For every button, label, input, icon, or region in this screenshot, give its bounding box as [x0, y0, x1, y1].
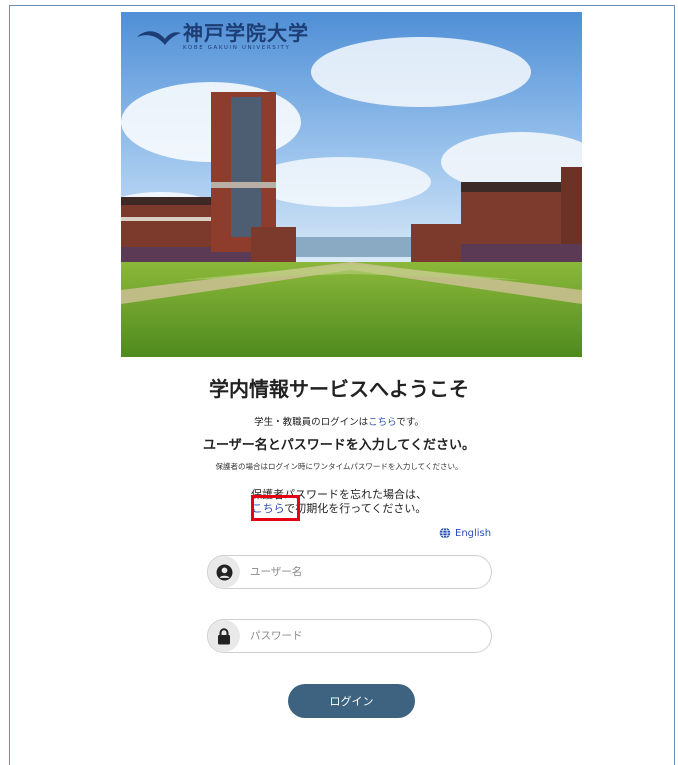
username-field[interactable] — [207, 555, 492, 589]
university-name-en: KOBE GAKUIN UNIVERSITY — [183, 45, 291, 51]
bird-logo-icon — [137, 30, 181, 45]
language-switch[interactable]: English — [439, 527, 491, 539]
guardian-note: 保護者の場合はログイン時にワンタイムパスワードを入力してください。 — [215, 462, 463, 471]
login-button[interactable]: ログイン — [288, 684, 415, 718]
university-logo: 神戸学院大学 KOBE GAKUIN UNIVERSITY — [135, 22, 309, 51]
staff-login-prefix: 学生・教職員のログインは — [254, 417, 369, 428]
username-input[interactable] — [248, 565, 472, 579]
page-title: 学内情報サービスへようこそ — [209, 377, 469, 401]
forgot-password-reset-line: こちらで初期化を行ってください。 — [0, 500, 678, 516]
password-reset-suffix: で初期化を行ってください。 — [284, 502, 427, 515]
highlight-box — [251, 495, 300, 521]
language-label: English — [455, 527, 492, 539]
password-input[interactable] — [248, 629, 472, 643]
staff-login-link[interactable]: こちら — [368, 417, 396, 428]
lock-icon — [208, 620, 240, 652]
staff-login-line: 学生・教職員のログインはこちらです。 — [0, 414, 678, 428]
campus-hero-image: 神戸学院大学 KOBE GAKUIN UNIVERSITY — [121, 12, 582, 357]
user-circle-icon — [208, 556, 240, 588]
password-field[interactable] — [207, 619, 492, 653]
login-instruction: ユーザー名とパスワードを入力してください。 — [203, 438, 475, 453]
globe-icon — [439, 527, 451, 539]
university-name-jp: 神戸学院大学 — [183, 21, 309, 45]
staff-login-suffix: です。 — [396, 417, 424, 428]
